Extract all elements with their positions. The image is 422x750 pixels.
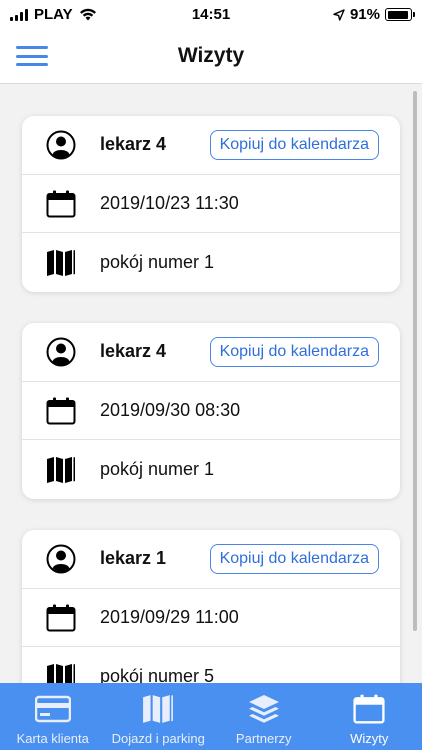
visit-date-row: 2019/09/30 08:30: [22, 382, 400, 441]
calendar-icon: [46, 603, 76, 633]
visits-list[interactable]: lekarz 4 Kopiuj do kalendarza 2019/10/23…: [0, 85, 422, 683]
person-icon: [46, 130, 76, 160]
visit-datetime: 2019/09/30 08:30: [100, 400, 241, 421]
page-title: Wizyty: [177, 44, 245, 67]
layers-icon: [246, 693, 282, 725]
visit-doctor-row: lekarz 1 Kopiuj do kalendarza: [22, 530, 400, 589]
visit-datetime: 2019/09/29 11:00: [100, 607, 239, 628]
doctor-name: lekarz 4: [100, 134, 167, 155]
visit-datetime: 2019/10/23 11:30: [100, 193, 239, 214]
visit-room-row: pokój numer 5: [22, 647, 400, 683]
visit-doctor-row: lekarz 4 Kopiuj do kalendarza: [22, 323, 400, 382]
tab-wizyty[interactable]: Wizyty: [317, 683, 422, 750]
battery-icon: [385, 8, 415, 21]
person-icon: [46, 337, 76, 367]
visit-card: lekarz 4 Kopiuj do kalendarza 2019/09/30…: [22, 323, 400, 499]
status-bar: PLAY 14:51 91%: [0, 0, 422, 30]
copy-to-calendar-button[interactable]: Kopiuj do kalendarza: [209, 129, 379, 160]
status-right: 91%: [333, 6, 415, 23]
visit-date-row: 2019/09/29 11:00: [22, 589, 400, 648]
tab-label: Wizyty: [350, 731, 389, 746]
scrollbar[interactable]: [413, 91, 417, 631]
tab-label: Karta klienta: [16, 731, 89, 746]
map-icon: [46, 248, 76, 278]
visit-card: lekarz 1 Kopiuj do kalendarza 2019/09/29…: [22, 530, 400, 683]
visit-room: pokój numer 1: [100, 459, 215, 480]
map-icon: [140, 693, 176, 725]
copy-to-calendar-button[interactable]: Kopiuj do kalendarza: [209, 543, 379, 574]
location-arrow-icon: [333, 8, 345, 21]
calendar-icon: [46, 396, 76, 426]
tab-partnerzy[interactable]: Partnerzy: [211, 683, 317, 750]
person-icon: [46, 544, 76, 574]
tab-bar: Karta klienta Dojazd i parking Partnerzy…: [0, 683, 422, 750]
map-icon: [46, 662, 76, 683]
visit-card: lekarz 4 Kopiuj do kalendarza 2019/10/23…: [22, 116, 400, 292]
visit-room-row: pokój numer 1: [22, 233, 400, 292]
calendar-icon: [351, 693, 387, 725]
copy-to-calendar-button[interactable]: Kopiuj do kalendarza: [209, 336, 379, 367]
card-icon: [34, 693, 71, 725]
visit-doctor-row: lekarz 4 Kopiuj do kalendarza: [22, 116, 400, 175]
visit-room: pokój numer 5: [100, 666, 215, 683]
doctor-name: lekarz 4: [100, 341, 167, 362]
tab-karta-klienta[interactable]: Karta klienta: [0, 683, 106, 750]
tab-dojazd-i-parking[interactable]: Dojazd i parking: [106, 683, 212, 750]
doctor-name: lekarz 1: [100, 548, 167, 569]
tab-label: Partnerzy: [235, 731, 292, 746]
calendar-icon: [46, 189, 76, 219]
visit-date-row: 2019/10/23 11:30: [22, 175, 400, 234]
visit-room-row: pokój numer 1: [22, 440, 400, 499]
map-icon: [46, 455, 76, 485]
tab-label: Dojazd i parking: [111, 731, 205, 746]
battery-percent: 91%: [349, 6, 380, 23]
nav-bar: Wizyty: [0, 30, 422, 84]
visit-room: pokój numer 1: [100, 252, 215, 273]
